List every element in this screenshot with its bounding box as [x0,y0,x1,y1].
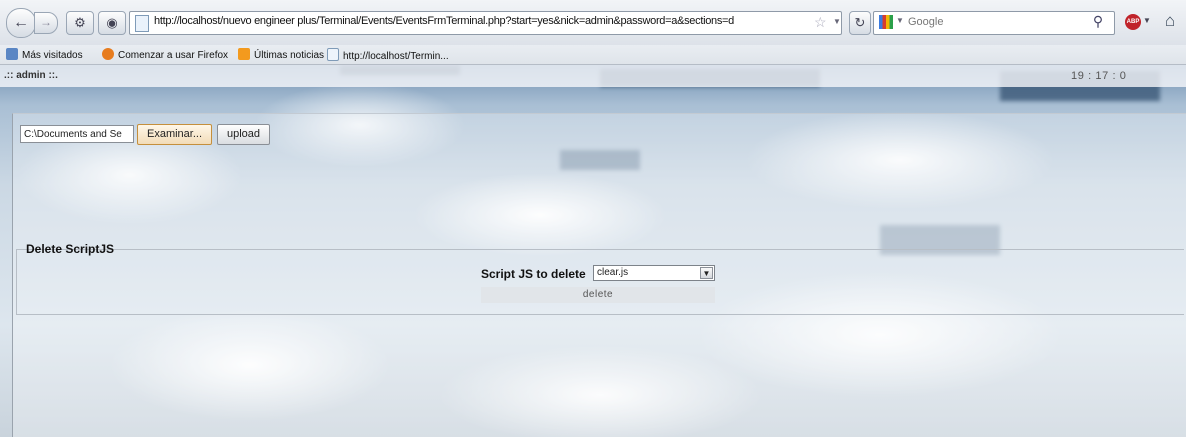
back-button[interactable]: ← [6,8,36,38]
delete-button[interactable]: delete [481,287,715,303]
chevron-down-icon[interactable]: ▼ [833,17,841,26]
script-select[interactable]: clear.js ▼ [593,265,715,281]
browser-toolbar: ← → ⚙ ◉ http://localhost/nuevo engineer … [0,0,1186,45]
file-path-input[interactable]: C:\Documents and Se [20,125,134,143]
delete-scriptjs-fieldset [16,249,1184,315]
puzzle-icon: ⚙ [74,15,86,30]
reload-icon: ↻ [854,15,866,30]
search-icon[interactable]: ⚲ [1087,11,1109,33]
search-engine-dropdown-icon[interactable]: ▼ [896,16,904,25]
page-icon [135,15,149,32]
home-icon[interactable]: ⌂ [1158,11,1182,33]
eye-icon: ◉ [106,15,118,30]
most-visited-icon [6,48,18,60]
addon-button[interactable]: ⚙ [66,11,94,35]
back-arrow-icon: ← [13,14,29,31]
fieldset-legend: Delete ScriptJS [26,242,115,256]
search-box[interactable]: ▼ Google [873,11,1115,35]
rss-icon [238,48,250,60]
upload-button[interactable]: upload [217,124,270,145]
url-text[interactable]: http://localhost/nuevo engineer plus/Ter… [154,15,734,27]
address-bar[interactable]: http://localhost/nuevo engineer plus/Ter… [129,11,842,35]
bookmark-news[interactable]: Últimas noticias [238,48,324,61]
script-select-label: Script JS to delete [481,267,586,281]
bookmark-label: Comenzar a usar Firefox [118,50,229,61]
page-content: .:: admin ::. 19 : 17 : 0 C:\Documents a… [0,65,1186,437]
adblock-icon: ABP [1125,14,1141,30]
bookmark-star-icon[interactable]: ☆ [814,14,827,31]
firefox-icon [102,48,114,60]
forward-arrow-icon: → [40,15,52,29]
adblock-button[interactable]: ABP ▼ [1123,11,1153,33]
bookmarks-bar: Más visitados Comenzar a usar Firefox Úl… [0,45,1186,65]
clock: 19 : 17 : 0 [1071,70,1127,82]
google-icon[interactable] [879,15,893,29]
bookmark-label: http://localhost/Termin... [343,51,449,62]
reload-button[interactable]: ↻ [849,11,871,35]
bookmark-label: Más visitados [22,50,83,61]
chevron-down-icon: ▼ [1143,16,1151,25]
bookmark-firefox[interactable]: Comenzar a usar Firefox [102,48,228,61]
search-placeholder[interactable]: Google [908,16,943,28]
browse-button[interactable]: Examinar... [137,124,212,145]
bookmark-most-visited[interactable]: Más visitados [6,48,83,61]
selected-script: clear.js [597,267,629,278]
forward-button[interactable]: → [34,12,58,34]
bookmark-localhost[interactable]: http://localhost/Termin... [327,48,449,62]
user-label: .:: admin ::. [4,70,58,81]
chevron-down-icon[interactable]: ▼ [700,267,713,279]
header-bar: .:: admin ::. 19 : 17 : 0 [0,65,1186,87]
addon-button-2[interactable]: ◉ [98,11,126,35]
page-icon [327,48,339,61]
bookmark-label: Últimas noticias [254,50,325,61]
